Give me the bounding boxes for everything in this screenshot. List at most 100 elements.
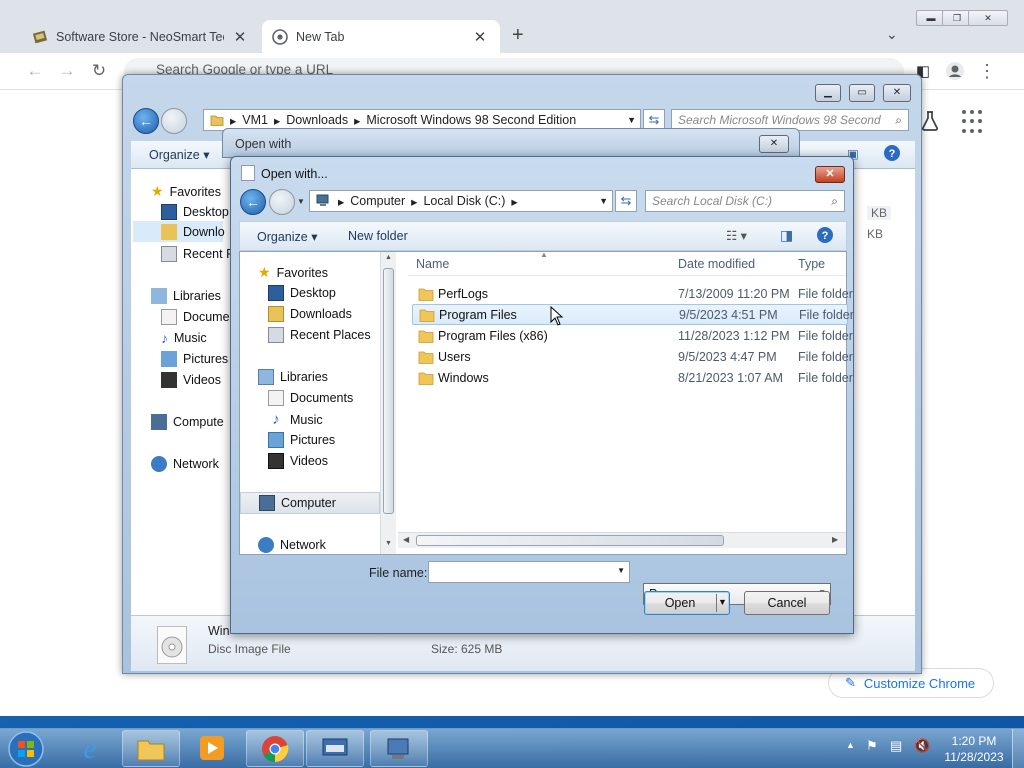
breadcrumb-segment[interactable]: Microsoft Windows 98 Second Edition (366, 113, 576, 127)
chrome-menu-icon[interactable]: ⋮ (976, 60, 998, 82)
tab-new-tab[interactable]: New Tab ✕ (262, 20, 500, 53)
breadcrumb-segment[interactable]: Downloads (286, 113, 348, 127)
nav-documents[interactable]: Docume (161, 309, 230, 325)
nav-videos[interactable]: Videos (268, 453, 328, 469)
network-icon (151, 456, 167, 472)
preview-pane-icon[interactable]: ◨ (780, 227, 793, 244)
media-player-icon[interactable] (194, 730, 230, 766)
explorer-minimize-button[interactable]: ▁ (815, 84, 841, 102)
nav-videos[interactable]: Videos (161, 372, 221, 388)
address-dropdown-icon[interactable]: ▼ (599, 196, 612, 206)
nav-computer[interactable]: Computer (240, 492, 380, 514)
nav-recent[interactable]: Recent P (161, 246, 234, 262)
dialog-address-bar[interactable]: ▸ Computer ▸ Local Disk (C:) ▸ ▼ (309, 190, 613, 212)
nav-desktop[interactable]: Desktop (161, 204, 229, 220)
network-tray-icon[interactable]: ▤ (890, 738, 902, 754)
show-desktop-button[interactable] (1012, 729, 1024, 768)
file-type: File folder (798, 329, 853, 343)
breadcrumb-segment[interactable]: VM1 (242, 113, 268, 127)
taskbar-chrome-button[interactable] (246, 730, 304, 767)
open-with-close-button[interactable]: ✕ (759, 135, 789, 153)
explorer-forward-button[interactable] (161, 108, 187, 134)
nav-music[interactable]: ♪ Music (161, 330, 207, 346)
nav-favorites[interactable]: ★ Favorites (258, 264, 328, 281)
open-split-dropdown-icon[interactable]: ▼ (718, 597, 727, 607)
file-row[interactable]: Users 9/5/2023 4:47 PM File folder (412, 347, 853, 368)
breadcrumb-segment[interactable]: Local Disk (C:) (423, 194, 505, 208)
clock-date: 11/28/2023 (944, 750, 1004, 764)
explorer-organize-menu[interactable]: Organize ▾ (149, 147, 209, 162)
pencil-icon: ✎ (845, 675, 856, 690)
help-icon[interactable]: ? (883, 144, 901, 162)
back-arrow-icon[interactable]: ← (24, 60, 46, 82)
explorer-back-button[interactable]: ← (133, 108, 159, 134)
taskbar-setup-app-button[interactable] (370, 730, 428, 767)
h-scroll-thumb[interactable] (416, 535, 724, 546)
file-name-input[interactable]: ▼ (428, 561, 630, 583)
start-button[interactable] (4, 729, 48, 768)
nav-computer[interactable]: Compute (151, 414, 224, 430)
recent-pages-chevron-icon[interactable]: ▼ (297, 197, 305, 206)
taskbar-clock[interactable]: 1:20 PM 11/28/2023 (944, 733, 1004, 765)
nav-scroll-thumb[interactable] (383, 268, 394, 514)
file-list-h-scrollbar[interactable]: ◀ ▶ (398, 532, 846, 548)
tab-software-store[interactable]: Software Store - NeoSmart Techr ✕ (22, 20, 260, 53)
chrome-close-button[interactable]: ✕ (968, 10, 1008, 26)
nav-pictures[interactable]: Pictures (161, 351, 228, 367)
action-center-flag-icon[interactable]: ⚑ (866, 738, 878, 754)
taskbar-explorer-button[interactable] (122, 730, 180, 767)
dialog-organize-menu[interactable]: Organize ▾ (257, 229, 317, 244)
help-icon[interactable]: ? (816, 226, 834, 244)
show-hidden-icons-icon[interactable]: ▲ (846, 740, 855, 750)
explorer-maximize-button[interactable]: ▭ (849, 84, 875, 102)
nav-network[interactable]: Network (151, 456, 219, 472)
nav-downloads[interactable]: Downlo (133, 221, 225, 242)
close-tab-icon[interactable]: ✕ (232, 28, 248, 46)
open-button[interactable]: Open ▼ (644, 591, 730, 615)
labs-flask-icon[interactable] (920, 110, 940, 132)
volume-muted-icon[interactable]: 🔇 (914, 738, 930, 754)
breadcrumb-segment[interactable]: Computer (350, 194, 405, 208)
internet-explorer-icon[interactable]: e (70, 730, 110, 766)
nav-pictures[interactable]: Pictures (268, 432, 335, 448)
explorer-close-button[interactable]: ✕ (883, 84, 911, 102)
file-date: 11/28/2023 1:12 PM (678, 329, 790, 343)
column-date-modified[interactable]: Date modified (678, 257, 755, 271)
dialog-back-button[interactable]: ← (240, 189, 266, 215)
new-tab-button[interactable]: + (512, 24, 524, 47)
nav-network[interactable]: Network (258, 537, 326, 553)
nav-documents[interactable]: Documents (268, 390, 353, 406)
file-row[interactable]: Windows 8/21/2023 1:07 AM File folder (412, 368, 853, 389)
column-type[interactable]: Type (798, 257, 825, 271)
nav-libraries[interactable]: Libraries (151, 288, 221, 304)
file-row[interactable]: Program Files (x86) 11/28/2023 1:12 PM F… (412, 326, 853, 347)
tab-search-chevron-icon[interactable]: ⌄ (886, 26, 898, 43)
nav-desktop[interactable]: Desktop (268, 285, 336, 301)
nav-libraries[interactable]: Libraries (258, 369, 328, 385)
nav-downloads[interactable]: Downloads (268, 306, 352, 322)
file-row[interactable]: PerfLogs 7/13/2009 11:20 PM File folder (412, 284, 853, 305)
taskbar-keyboard-app-button[interactable] (306, 730, 364, 767)
nav-music[interactable]: ♪ Music (268, 411, 322, 428)
reload-icon[interactable]: ↻ (88, 60, 110, 82)
dialog-search-box[interactable]: Search Local Disk (C:) ⌕ (645, 190, 845, 212)
profile-avatar-icon[interactable] (944, 60, 966, 82)
nav-recent-places[interactable]: Recent Places (268, 327, 371, 343)
nav-pane-scrollbar[interactable]: ▲ ▼ (380, 252, 396, 554)
dialog-refresh-icon[interactable]: ⇆ (615, 190, 637, 212)
address-dropdown-icon[interactable]: ▼ (627, 115, 640, 125)
file-name-dropdown-icon[interactable]: ▼ (617, 566, 625, 575)
dialog-close-button[interactable]: ✕ (815, 166, 845, 183)
cancel-button[interactable]: Cancel (744, 591, 830, 615)
nav-favorites[interactable]: ★ Favorites (151, 183, 221, 200)
forward-arrow-icon[interactable]: → (56, 60, 78, 82)
close-tab-icon[interactable]: ✕ (472, 28, 488, 46)
dialog-forward-button[interactable] (269, 189, 295, 215)
column-name[interactable]: Name (416, 257, 449, 271)
google-apps-grid-icon[interactable] (962, 110, 986, 134)
star-icon: ★ (258, 264, 271, 280)
view-options-icon[interactable]: ☷ ▾ (726, 228, 747, 243)
file-date: 9/5/2023 4:51 PM (679, 308, 778, 322)
file-row[interactable]: Program Files 9/5/2023 4:51 PM File fold… (412, 304, 854, 325)
new-folder-button[interactable]: New folder (348, 229, 408, 243)
